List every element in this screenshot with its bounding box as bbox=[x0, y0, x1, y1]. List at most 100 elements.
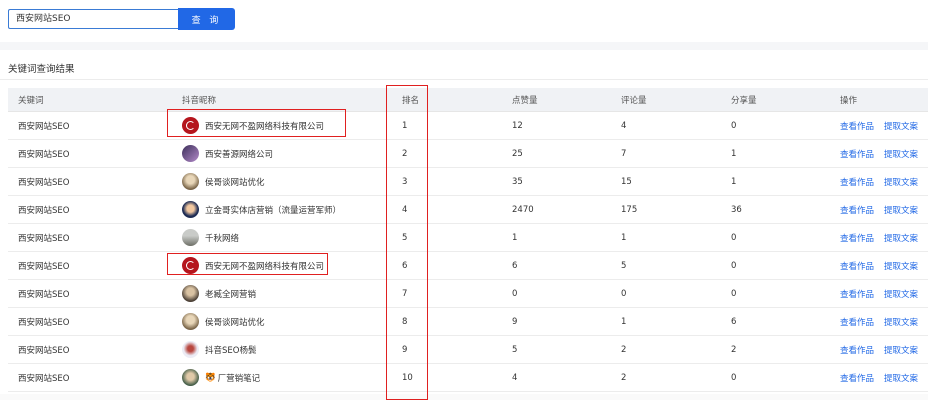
cell-rank: 8 bbox=[392, 307, 502, 336]
table-row: 西安网站SEO 抖音SEO杨鬓 9 5 2 2 查看作品 提取文案 bbox=[8, 335, 928, 364]
cell-nickname: 老臧全网营销 bbox=[172, 279, 392, 308]
nickname-text: 抖音SEO杨鬓 bbox=[205, 345, 257, 356]
cell-shares: 1 bbox=[721, 167, 830, 196]
table-row: 西安网站SEO 🐯 厂营销笔记 10 4 2 0 查看作品 提取文案 bbox=[8, 363, 928, 392]
next-row-partial bbox=[0, 394, 928, 400]
nickname-text: 西安无网不盈网络科技有限公司 bbox=[205, 121, 325, 132]
cell-keyword: 西安网站SEO bbox=[8, 111, 172, 140]
header-likes: 点赞量 bbox=[502, 88, 611, 112]
view-works-link[interactable]: 查看作品 bbox=[840, 346, 874, 356]
search-button[interactable]: 查 询 bbox=[178, 8, 235, 30]
cell-keyword: 西安网站SEO bbox=[8, 195, 172, 224]
cell-comments: 2 bbox=[611, 335, 721, 364]
cell-keyword: 西安网站SEO bbox=[8, 307, 172, 336]
cell-keyword: 西安网站SEO bbox=[8, 139, 172, 168]
view-works-link[interactable]: 查看作品 bbox=[840, 318, 874, 328]
search-input[interactable] bbox=[8, 9, 178, 29]
cell-likes: 12 bbox=[502, 111, 611, 140]
view-works-link[interactable]: 查看作品 bbox=[840, 262, 874, 272]
section-title: 关键词查询结果 bbox=[8, 64, 75, 75]
table-row: 西安网站SEO 西安无网不盈网络科技有限公司 6 6 5 0 查看作品 提取文案 bbox=[8, 251, 928, 280]
extract-copy-link[interactable]: 提取文案 bbox=[884, 122, 918, 132]
divider-band bbox=[0, 42, 928, 50]
table-row: 西安网站SEO 千秋网络 5 1 1 0 查看作品 提取文案 bbox=[8, 223, 928, 252]
table-row: 西安网站SEO 西安无网不盈网络科技有限公司 1 12 4 0 查看作品 提取文案 bbox=[8, 111, 928, 140]
nickname-text: 侯哥谈网站优化 bbox=[205, 177, 265, 188]
table-header-row: 关键词 抖音昵称 排名 点赞量 评论量 分享量 操作 bbox=[8, 88, 928, 112]
nickname-text: 侯哥谈网站优化 bbox=[205, 317, 265, 328]
avatar bbox=[182, 313, 199, 330]
cell-shares: 0 bbox=[721, 111, 830, 140]
table-row: 西安网站SEO 西安善源网络公司 2 25 7 1 查看作品 提取文案 bbox=[8, 139, 928, 168]
cell-likes: 6 bbox=[502, 251, 611, 280]
nickname-text: 西安善源网络公司 bbox=[205, 149, 274, 160]
cell-comments: 7 bbox=[611, 139, 721, 168]
cell-likes: 0 bbox=[502, 279, 611, 308]
view-works-link[interactable]: 查看作品 bbox=[840, 122, 874, 132]
table-row: 西安网站SEO 立金哥实体店营销（流量运营军师） 4 2470 175 36 查… bbox=[8, 195, 928, 224]
cell-nickname: 西安无网不盈网络科技有限公司 bbox=[172, 251, 392, 280]
cell-actions: 查看作品 提取文案 bbox=[830, 139, 928, 168]
view-works-link[interactable]: 查看作品 bbox=[840, 150, 874, 160]
nickname-text: 厂营销笔记 bbox=[217, 373, 261, 384]
cell-nickname: 侯哥谈网站优化 bbox=[172, 307, 392, 336]
cell-comments: 15 bbox=[611, 167, 721, 196]
cell-shares: 36 bbox=[721, 195, 830, 224]
avatar bbox=[182, 173, 199, 190]
extract-copy-link[interactable]: 提取文案 bbox=[884, 178, 918, 188]
cell-comments: 175 bbox=[611, 195, 721, 224]
cell-rank: 3 bbox=[392, 167, 502, 196]
avatar bbox=[182, 369, 199, 386]
cell-likes: 4 bbox=[502, 363, 611, 392]
cell-comments: 5 bbox=[611, 251, 721, 280]
header-actions: 操作 bbox=[830, 88, 928, 112]
extract-copy-link[interactable]: 提取文案 bbox=[884, 262, 918, 272]
cell-rank: 1 bbox=[392, 111, 502, 140]
cell-nickname: 🐯 厂营销笔记 bbox=[172, 363, 392, 392]
extract-copy-link[interactable]: 提取文案 bbox=[884, 318, 918, 328]
header-rank: 排名 bbox=[392, 88, 502, 112]
cell-keyword: 西安网站SEO bbox=[8, 251, 172, 280]
cell-rank: 6 bbox=[392, 251, 502, 280]
cell-nickname: 西安善源网络公司 bbox=[172, 139, 392, 168]
cell-keyword: 西安网站SEO bbox=[8, 279, 172, 308]
cell-shares: 0 bbox=[721, 363, 830, 392]
cell-likes: 9 bbox=[502, 307, 611, 336]
view-works-link[interactable]: 查看作品 bbox=[840, 234, 874, 244]
view-works-link[interactable]: 查看作品 bbox=[840, 290, 874, 300]
cell-actions: 查看作品 提取文案 bbox=[830, 167, 928, 196]
results-table: 关键词 抖音昵称 排名 点赞量 评论量 分享量 操作 西安网站SEO 西安无网不… bbox=[8, 88, 928, 392]
avatar bbox=[182, 257, 199, 274]
table-row: 西安网站SEO 老臧全网营销 7 0 0 0 查看作品 提取文案 bbox=[8, 279, 928, 308]
cell-nickname: 抖音SEO杨鬓 bbox=[172, 335, 392, 364]
cell-actions: 查看作品 提取文案 bbox=[830, 111, 928, 140]
extract-copy-link[interactable]: 提取文案 bbox=[884, 346, 918, 356]
cell-shares: 6 bbox=[721, 307, 830, 336]
header-shares: 分享量 bbox=[721, 88, 830, 112]
extract-copy-link[interactable]: 提取文案 bbox=[884, 234, 918, 244]
avatar bbox=[182, 201, 199, 218]
cell-comments: 0 bbox=[611, 279, 721, 308]
nickname-text: 立金哥实体店营销（流量运营军师） bbox=[205, 205, 342, 216]
avatar bbox=[182, 117, 199, 134]
extract-copy-link[interactable]: 提取文案 bbox=[884, 206, 918, 216]
extract-copy-link[interactable]: 提取文案 bbox=[884, 374, 918, 384]
extract-copy-link[interactable]: 提取文案 bbox=[884, 150, 918, 160]
cell-shares: 0 bbox=[721, 223, 830, 252]
cell-rank: 4 bbox=[392, 195, 502, 224]
extract-copy-link[interactable]: 提取文案 bbox=[884, 290, 918, 300]
cell-actions: 查看作品 提取文案 bbox=[830, 335, 928, 364]
cell-keyword: 西安网站SEO bbox=[8, 167, 172, 196]
view-works-link[interactable]: 查看作品 bbox=[840, 374, 874, 384]
view-works-link[interactable]: 查看作品 bbox=[840, 206, 874, 216]
cell-nickname: 侯哥谈网站优化 bbox=[172, 167, 392, 196]
cell-actions: 查看作品 提取文案 bbox=[830, 223, 928, 252]
view-works-link[interactable]: 查看作品 bbox=[840, 178, 874, 188]
cell-keyword: 西安网站SEO bbox=[8, 223, 172, 252]
cell-comments: 2 bbox=[611, 363, 721, 392]
avatar bbox=[182, 229, 199, 246]
cell-actions: 查看作品 提取文案 bbox=[830, 195, 928, 224]
cell-shares: 1 bbox=[721, 139, 830, 168]
cell-actions: 查看作品 提取文案 bbox=[830, 279, 928, 308]
search-bar: 查 询 bbox=[8, 8, 235, 31]
